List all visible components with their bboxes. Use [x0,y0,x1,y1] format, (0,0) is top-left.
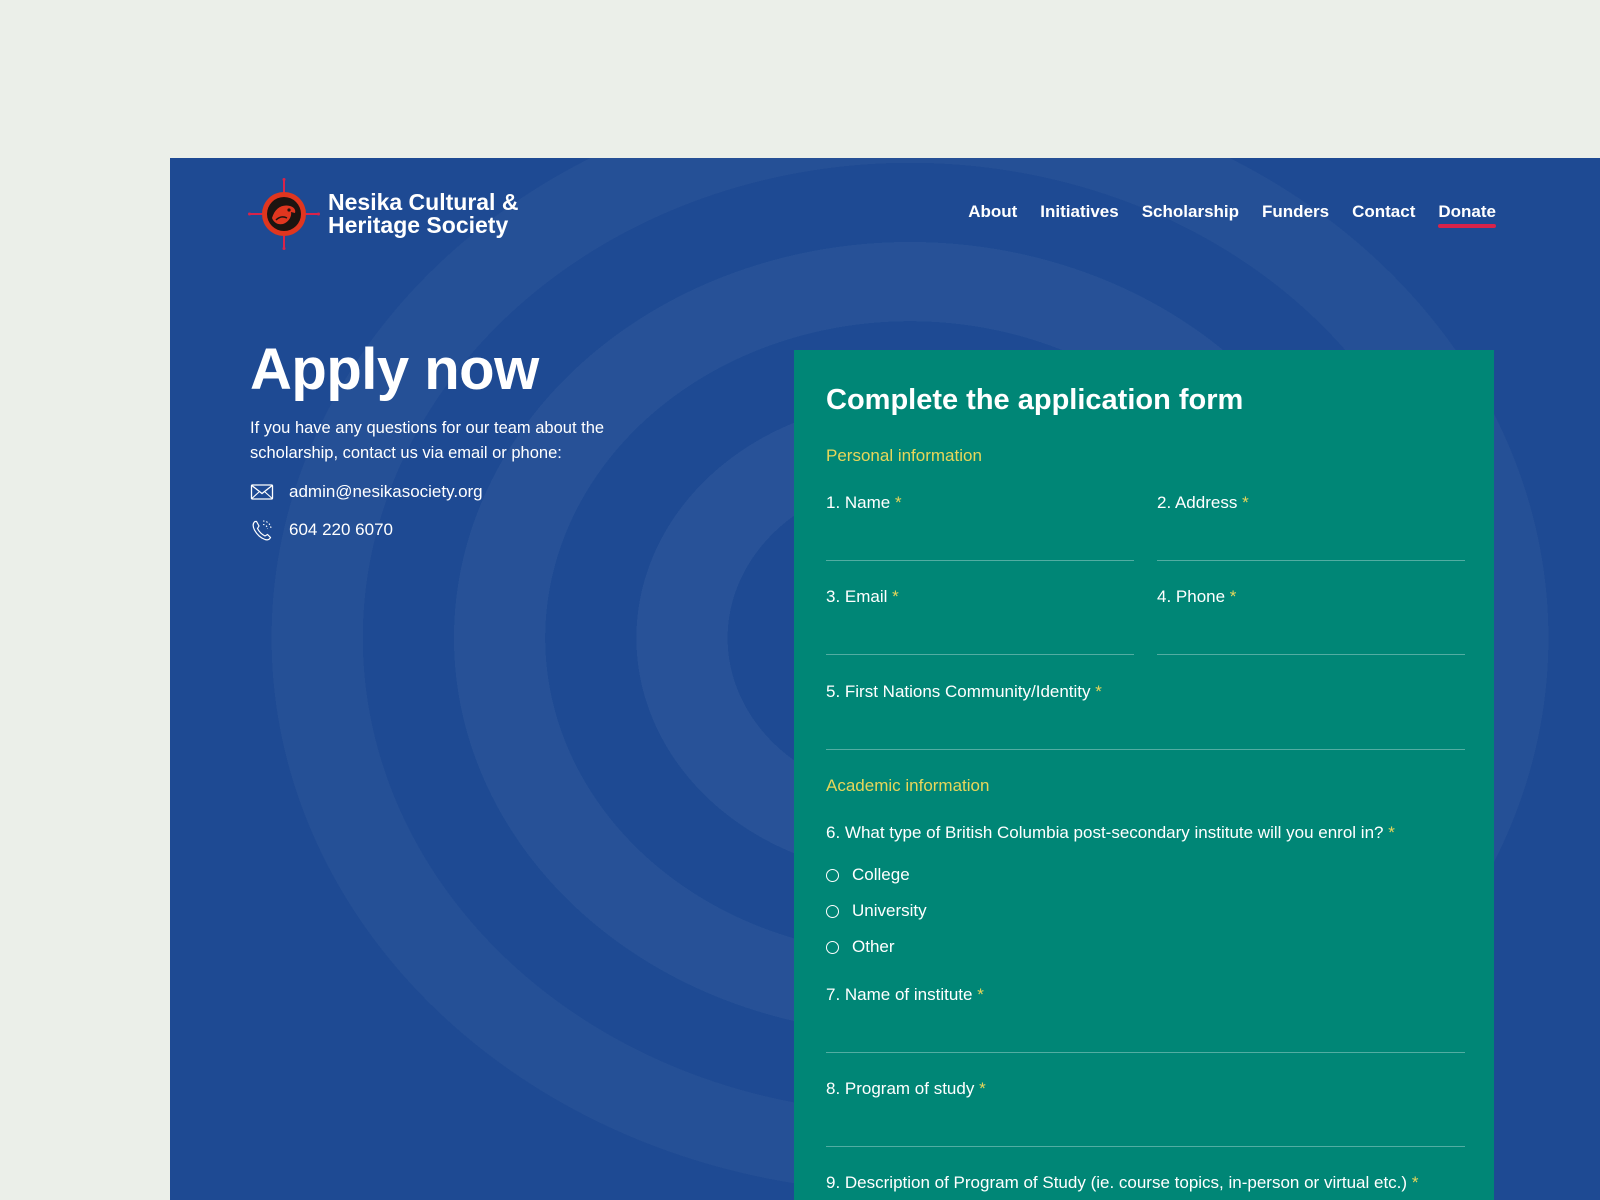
required-marker: * [1411,1173,1419,1192]
page-frame: Nesika Cultural & Heritage Society About… [170,158,1600,1200]
site-name: Nesika Cultural & Heritage Society [328,191,518,237]
radio-other[interactable]: Other [826,937,895,957]
required-marker: * [979,1079,986,1098]
required-marker: * [1095,682,1102,701]
required-marker: * [1229,587,1237,606]
email-link[interactable]: admin@nesikasociety.org [289,482,483,502]
institute-type-question: 6. What type of British Columbia post-se… [826,823,1465,843]
required-marker: * [1388,823,1395,842]
radio-button[interactable] [826,904,839,918]
email-label: 3. Email * [826,587,899,606]
required-marker: * [892,587,899,606]
radio-label-university: University [852,901,927,920]
radio-button[interactable] [826,940,839,954]
contact-phone[interactable]: 604 220 6070 [250,518,670,542]
community-field[interactable]: 5. First Nations Community/Identity * [826,682,1465,752]
form-title: Complete the application form [826,384,1244,416]
address-label: 2. Address * [1157,493,1249,512]
institute-name-input-underline [826,1052,1465,1053]
community-label: 5. First Nations Community/Identity * [826,682,1102,701]
email-input-underline [826,654,1134,655]
phone-link[interactable]: 604 220 6070 [289,520,393,540]
contact-email[interactable]: admin@nesikasociety.org [250,480,670,504]
name-input-underline [826,560,1134,561]
radio-college[interactable]: College [826,865,910,885]
page-title: Apply now [250,337,539,402]
phone-input-underline [1157,654,1465,655]
nav-item-contact[interactable]: Contact [1352,202,1415,222]
description-field[interactable]: 9. Description of Program of Study (ie. … [826,1173,1465,1193]
nav-item-funders[interactable]: Funders [1262,202,1329,222]
radio-label-college: College [852,865,910,884]
description-label: 9. Description of Program of Study (ie. … [826,1173,1419,1192]
radio-button[interactable] [826,868,839,882]
institute-name-field[interactable]: 7. Name of institute * [826,985,1465,1055]
radio-label-other: Other [852,937,895,956]
application-form: Complete the application form Personal i… [794,350,1494,1200]
required-marker: * [894,493,902,512]
phone-label: 4. Phone * [1157,587,1237,606]
program-input-underline [826,1146,1465,1147]
apply-intro: Apply now If you have any questions for … [250,338,670,542]
nav-item-scholarship[interactable]: Scholarship [1142,202,1239,222]
site-logo[interactable]: Nesika Cultural & Heritage Society [248,178,518,250]
phone-field[interactable]: 4. Phone * [1157,587,1465,657]
program-label: 8. Program of study * [826,1079,986,1098]
section-academic-information: Academic information [826,776,990,795]
email-field[interactable]: 3. Email * [826,587,1134,657]
community-input-underline [826,749,1465,750]
required-marker: * [1242,493,1249,512]
address-field[interactable]: 2. Address * [1157,493,1465,563]
address-input-underline [1157,560,1465,561]
name-label: 1. Name * [826,493,902,512]
radio-university[interactable]: University [826,901,927,921]
site-name-line2: Heritage Society [328,212,509,238]
nav-item-about[interactable]: About [968,202,1017,222]
name-field[interactable]: 1. Name * [826,493,1134,563]
phone-icon [252,520,272,541]
section-personal-information: Personal information [826,446,982,465]
main-nav: About Initiatives Scholarship Funders Co… [945,202,1496,228]
program-field[interactable]: 8. Program of study * [826,1079,1465,1149]
eagle-emblem-icon [248,178,320,250]
intro-text: If you have any questions for our team a… [250,419,605,462]
institute-type-label: 6. What type of British Columbia post-se… [826,823,1395,842]
nav-item-donate[interactable]: Donate [1438,202,1496,228]
site-name-line1: Nesika Cultural & [328,189,519,215]
required-marker: * [977,985,984,1004]
institute-name-label: 7. Name of institute * [826,985,984,1004]
nav-item-initiatives[interactable]: Initiatives [1040,202,1118,222]
envelope-icon [250,484,274,500]
